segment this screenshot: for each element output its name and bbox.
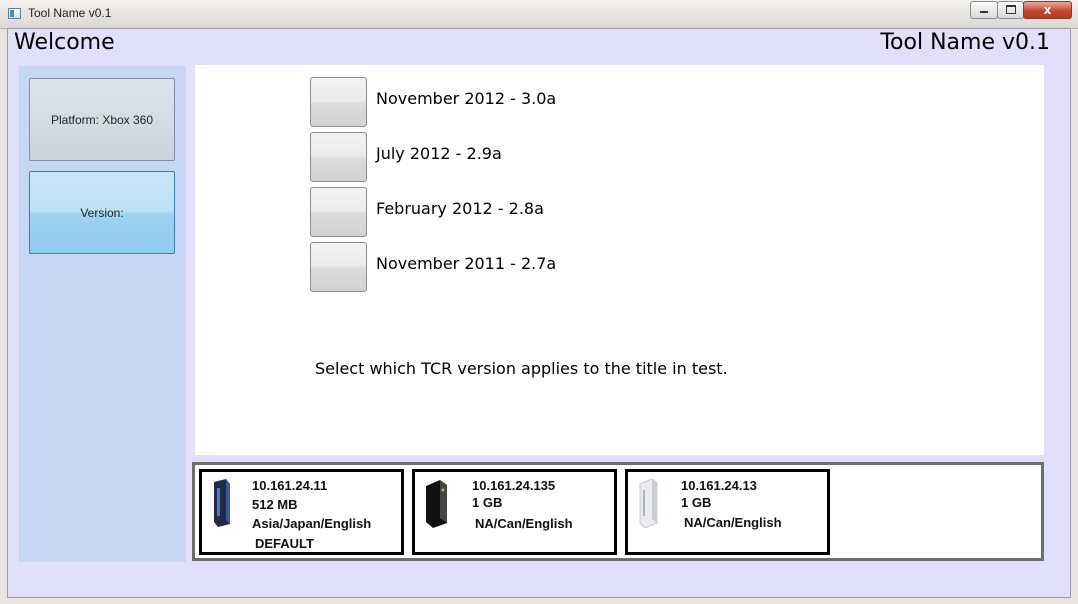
console-list: 10.161.24.11 512 MB Asia/Japan/English D… xyxy=(192,462,1044,561)
window-controls: x xyxy=(970,1,1072,20)
version-option-label: November 2012 - 3.0a xyxy=(376,89,557,108)
console-card[interactable]: 10.161.24.11 512 MB Asia/Japan/English D… xyxy=(199,469,404,555)
version-option-button[interactable] xyxy=(310,77,367,127)
app-window-icon xyxy=(8,8,21,19)
version-option-label: November 2011 - 2.7a xyxy=(376,254,557,273)
xbox-360-elite-icon xyxy=(214,479,230,527)
console-default-tag: DEFAULT xyxy=(255,536,314,551)
sidebar: Platform: Xbox 360 Version: xyxy=(19,66,186,562)
version-selection-panel: November 2012 - 3.0a July 2012 - 2.9a Fe… xyxy=(195,65,1044,455)
window-title: Tool Name v0.1 xyxy=(28,6,112,20)
console-region: NA/Can/English xyxy=(475,516,573,531)
version-button[interactable]: Version: xyxy=(29,171,175,254)
tool-name-heading: Tool Name v0.1 xyxy=(880,30,1050,55)
welcome-heading: Welcome xyxy=(14,30,115,55)
app-client-area: Welcome Tool Name v0.1 Platform: Xbox 36… xyxy=(7,28,1071,598)
xbox-360-s-icon xyxy=(426,480,447,528)
minimize-icon xyxy=(980,11,988,13)
version-option-button[interactable] xyxy=(310,187,367,237)
console-ip: 10.161.24.11 xyxy=(252,478,328,493)
console-card[interactable]: 10.161.24.135 1 GB NA/Can/English xyxy=(412,469,617,555)
xbox-360-white-icon xyxy=(639,478,658,528)
version-option-button[interactable] xyxy=(310,132,367,182)
maximize-icon xyxy=(1005,4,1016,14)
close-icon: x xyxy=(1043,3,1052,17)
console-ip: 10.161.24.135 xyxy=(472,478,556,493)
console-memory: 512 MB xyxy=(252,497,298,512)
version-button-label: Version: xyxy=(80,205,124,220)
console-card[interactable]: 10.161.24.13 1 GB NA/Can/English xyxy=(625,469,830,555)
platform-button-label: Platform: Xbox 360 xyxy=(50,112,154,127)
minimize-button[interactable] xyxy=(970,1,998,19)
instruction-text: Select which TCR version applies to the … xyxy=(315,359,728,378)
console-region: NA/Can/English xyxy=(684,515,782,530)
close-button[interactable]: x xyxy=(1023,1,1072,19)
console-memory: 1 GB xyxy=(472,495,503,510)
console-ip: 10.161.24.13 xyxy=(681,478,757,493)
console-memory: 1 GB xyxy=(681,495,712,510)
console-region: Asia/Japan/English xyxy=(252,516,372,531)
window-titlebar[interactable]: Tool Name v0.1 x xyxy=(0,0,1078,29)
platform-button[interactable]: Platform: Xbox 360 xyxy=(29,78,175,161)
maximize-button[interactable] xyxy=(997,1,1024,19)
version-option-label: July 2012 - 2.9a xyxy=(376,144,502,163)
version-option-label: February 2012 - 2.8a xyxy=(376,199,544,218)
version-option-button[interactable] xyxy=(310,242,367,292)
